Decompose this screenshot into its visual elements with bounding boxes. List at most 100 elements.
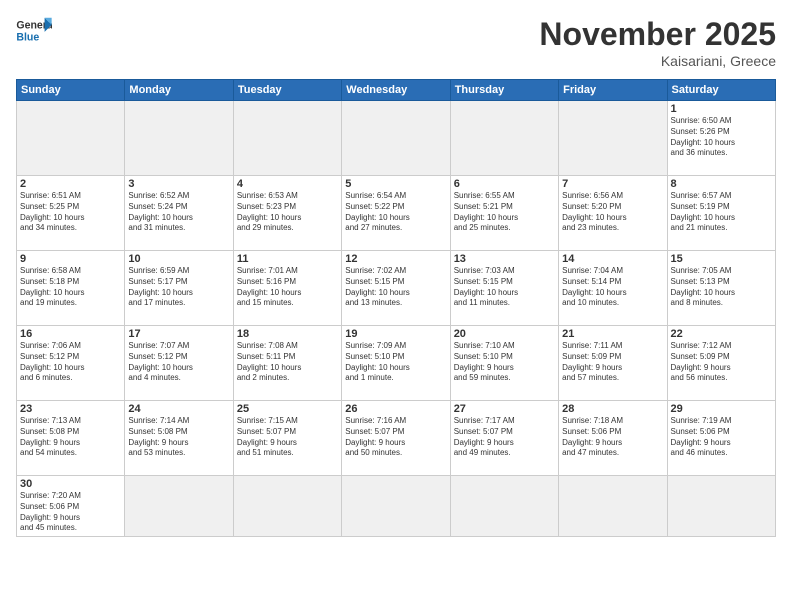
day-number: 5 bbox=[345, 178, 446, 190]
table-row: 2Sunrise: 6:51 AM Sunset: 5:25 PM Daylig… bbox=[17, 176, 125, 251]
day-info: Sunrise: 7:13 AM Sunset: 5:08 PM Dayligh… bbox=[20, 416, 121, 459]
table-row: 13Sunrise: 7:03 AM Sunset: 5:15 PM Dayli… bbox=[450, 251, 558, 326]
day-number: 6 bbox=[454, 178, 555, 190]
day-number: 3 bbox=[128, 178, 229, 190]
logo: General Blue bbox=[16, 16, 52, 46]
col-friday: Friday bbox=[559, 80, 667, 101]
day-info: Sunrise: 6:57 AM Sunset: 5:19 PM Dayligh… bbox=[671, 191, 772, 234]
day-number: 2 bbox=[20, 178, 121, 190]
day-info: Sunrise: 6:54 AM Sunset: 5:22 PM Dayligh… bbox=[345, 191, 446, 234]
day-number: 17 bbox=[128, 328, 229, 340]
day-info: Sunrise: 7:10 AM Sunset: 5:10 PM Dayligh… bbox=[454, 341, 555, 384]
day-info: Sunrise: 7:17 AM Sunset: 5:07 PM Dayligh… bbox=[454, 416, 555, 459]
day-info: Sunrise: 6:55 AM Sunset: 5:21 PM Dayligh… bbox=[454, 191, 555, 234]
table-row: 28Sunrise: 7:18 AM Sunset: 5:06 PM Dayli… bbox=[559, 401, 667, 476]
day-number: 18 bbox=[237, 328, 338, 340]
table-row: 24Sunrise: 7:14 AM Sunset: 5:08 PM Dayli… bbox=[125, 401, 233, 476]
day-number: 24 bbox=[128, 403, 229, 415]
table-row bbox=[342, 476, 450, 537]
day-number: 14 bbox=[562, 253, 663, 265]
table-row bbox=[233, 101, 341, 176]
table-row: 7Sunrise: 6:56 AM Sunset: 5:20 PM Daylig… bbox=[559, 176, 667, 251]
day-number: 7 bbox=[562, 178, 663, 190]
table-row: 20Sunrise: 7:10 AM Sunset: 5:10 PM Dayli… bbox=[450, 326, 558, 401]
table-row: 18Sunrise: 7:08 AM Sunset: 5:11 PM Dayli… bbox=[233, 326, 341, 401]
day-info: Sunrise: 7:16 AM Sunset: 5:07 PM Dayligh… bbox=[345, 416, 446, 459]
day-info: Sunrise: 7:11 AM Sunset: 5:09 PM Dayligh… bbox=[562, 341, 663, 384]
table-row: 14Sunrise: 7:04 AM Sunset: 5:14 PM Dayli… bbox=[559, 251, 667, 326]
table-row bbox=[559, 101, 667, 176]
day-number: 28 bbox=[562, 403, 663, 415]
table-row bbox=[17, 101, 125, 176]
day-info: Sunrise: 6:59 AM Sunset: 5:17 PM Dayligh… bbox=[128, 266, 229, 309]
table-row: 3Sunrise: 6:52 AM Sunset: 5:24 PM Daylig… bbox=[125, 176, 233, 251]
day-info: Sunrise: 7:03 AM Sunset: 5:15 PM Dayligh… bbox=[454, 266, 555, 309]
day-info: Sunrise: 6:52 AM Sunset: 5:24 PM Dayligh… bbox=[128, 191, 229, 234]
calendar-row: 2Sunrise: 6:51 AM Sunset: 5:25 PM Daylig… bbox=[17, 176, 776, 251]
day-info: Sunrise: 6:56 AM Sunset: 5:20 PM Dayligh… bbox=[562, 191, 663, 234]
day-number: 26 bbox=[345, 403, 446, 415]
day-info: Sunrise: 7:05 AM Sunset: 5:13 PM Dayligh… bbox=[671, 266, 772, 309]
day-info: Sunrise: 7:06 AM Sunset: 5:12 PM Dayligh… bbox=[20, 341, 121, 384]
col-wednesday: Wednesday bbox=[342, 80, 450, 101]
table-row: 30Sunrise: 7:20 AM Sunset: 5:06 PM Dayli… bbox=[17, 476, 125, 537]
table-row bbox=[342, 101, 450, 176]
calendar-row: 9Sunrise: 6:58 AM Sunset: 5:18 PM Daylig… bbox=[17, 251, 776, 326]
day-info: Sunrise: 7:04 AM Sunset: 5:14 PM Dayligh… bbox=[562, 266, 663, 309]
day-number: 29 bbox=[671, 403, 772, 415]
day-info: Sunrise: 7:15 AM Sunset: 5:07 PM Dayligh… bbox=[237, 416, 338, 459]
day-number: 1 bbox=[671, 103, 772, 115]
day-info: Sunrise: 7:12 AM Sunset: 5:09 PM Dayligh… bbox=[671, 341, 772, 384]
col-thursday: Thursday bbox=[450, 80, 558, 101]
table-row: 11Sunrise: 7:01 AM Sunset: 5:16 PM Dayli… bbox=[233, 251, 341, 326]
day-number: 22 bbox=[671, 328, 772, 340]
day-number: 25 bbox=[237, 403, 338, 415]
col-saturday: Saturday bbox=[667, 80, 775, 101]
calendar-row: 30Sunrise: 7:20 AM Sunset: 5:06 PM Dayli… bbox=[17, 476, 776, 537]
day-number: 21 bbox=[562, 328, 663, 340]
day-info: Sunrise: 7:01 AM Sunset: 5:16 PM Dayligh… bbox=[237, 266, 338, 309]
table-row bbox=[450, 101, 558, 176]
day-number: 30 bbox=[20, 478, 121, 490]
title-block: November 2025 Kaisariani, Greece bbox=[539, 16, 776, 69]
table-row: 8Sunrise: 6:57 AM Sunset: 5:19 PM Daylig… bbox=[667, 176, 775, 251]
table-row bbox=[125, 476, 233, 537]
day-info: Sunrise: 7:18 AM Sunset: 5:06 PM Dayligh… bbox=[562, 416, 663, 459]
table-row: 21Sunrise: 7:11 AM Sunset: 5:09 PM Dayli… bbox=[559, 326, 667, 401]
day-info: Sunrise: 7:19 AM Sunset: 5:06 PM Dayligh… bbox=[671, 416, 772, 459]
day-info: Sunrise: 6:51 AM Sunset: 5:25 PM Dayligh… bbox=[20, 191, 121, 234]
table-row: 4Sunrise: 6:53 AM Sunset: 5:23 PM Daylig… bbox=[233, 176, 341, 251]
day-number: 4 bbox=[237, 178, 338, 190]
day-info: Sunrise: 7:02 AM Sunset: 5:15 PM Dayligh… bbox=[345, 266, 446, 309]
table-row: 9Sunrise: 6:58 AM Sunset: 5:18 PM Daylig… bbox=[17, 251, 125, 326]
day-info: Sunrise: 7:20 AM Sunset: 5:06 PM Dayligh… bbox=[20, 491, 121, 534]
table-row: 1Sunrise: 6:50 AM Sunset: 5:26 PM Daylig… bbox=[667, 101, 775, 176]
calendar-table: Sunday Monday Tuesday Wednesday Thursday… bbox=[16, 79, 776, 537]
day-info: Sunrise: 7:14 AM Sunset: 5:08 PM Dayligh… bbox=[128, 416, 229, 459]
table-row bbox=[667, 476, 775, 537]
day-number: 13 bbox=[454, 253, 555, 265]
table-row bbox=[559, 476, 667, 537]
calendar-header-row: Sunday Monday Tuesday Wednesday Thursday… bbox=[17, 80, 776, 101]
table-row: 27Sunrise: 7:17 AM Sunset: 5:07 PM Dayli… bbox=[450, 401, 558, 476]
table-row bbox=[125, 101, 233, 176]
header: General Blue November 2025 Kaisariani, G… bbox=[16, 16, 776, 69]
table-row: 5Sunrise: 6:54 AM Sunset: 5:22 PM Daylig… bbox=[342, 176, 450, 251]
table-row: 16Sunrise: 7:06 AM Sunset: 5:12 PM Dayli… bbox=[17, 326, 125, 401]
page: General Blue November 2025 Kaisariani, G… bbox=[0, 0, 792, 612]
svg-text:Blue: Blue bbox=[16, 32, 39, 44]
day-number: 8 bbox=[671, 178, 772, 190]
calendar-row: 1Sunrise: 6:50 AM Sunset: 5:26 PM Daylig… bbox=[17, 101, 776, 176]
table-row: 22Sunrise: 7:12 AM Sunset: 5:09 PM Dayli… bbox=[667, 326, 775, 401]
day-number: 15 bbox=[671, 253, 772, 265]
table-row: 23Sunrise: 7:13 AM Sunset: 5:08 PM Dayli… bbox=[17, 401, 125, 476]
subtitle: Kaisariani, Greece bbox=[539, 53, 776, 69]
table-row: 25Sunrise: 7:15 AM Sunset: 5:07 PM Dayli… bbox=[233, 401, 341, 476]
table-row: 12Sunrise: 7:02 AM Sunset: 5:15 PM Dayli… bbox=[342, 251, 450, 326]
day-number: 23 bbox=[20, 403, 121, 415]
col-monday: Monday bbox=[125, 80, 233, 101]
day-number: 12 bbox=[345, 253, 446, 265]
col-sunday: Sunday bbox=[17, 80, 125, 101]
table-row: 19Sunrise: 7:09 AM Sunset: 5:10 PM Dayli… bbox=[342, 326, 450, 401]
day-number: 20 bbox=[454, 328, 555, 340]
